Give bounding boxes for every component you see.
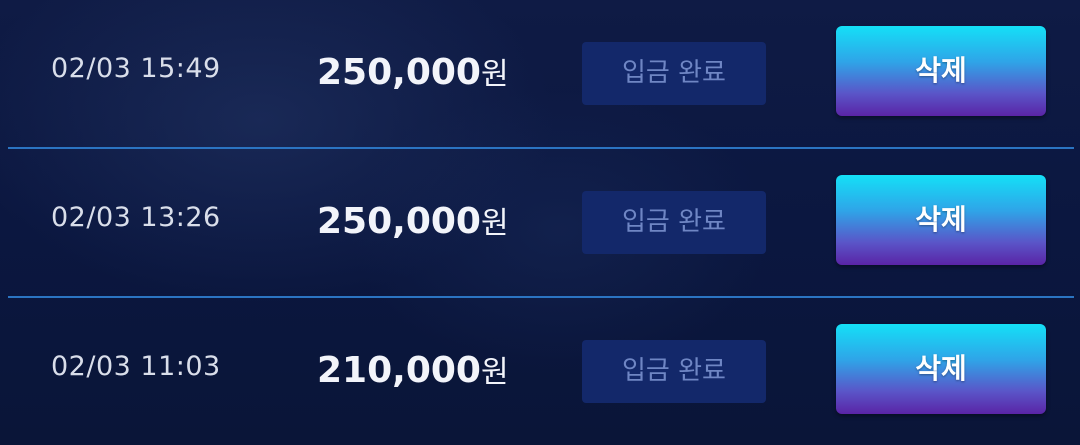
deposit-row: 02/03 11:03 210,000원 입금 완료 삭제 [0, 298, 1080, 445]
currency-unit: 원 [480, 355, 509, 390]
status-badge: 입금 완료 [582, 42, 766, 105]
delete-button[interactable]: 삭제 [836, 324, 1046, 414]
delete-button[interactable]: 삭제 [836, 26, 1046, 116]
deposit-row: 02/03 15:49 250,000원 입금 완료 삭제 [0, 0, 1080, 148]
amount-value: 250,000 [317, 52, 481, 93]
status-badge: 입금 완료 [582, 340, 766, 403]
currency-unit: 원 [480, 206, 509, 241]
delete-button[interactable]: 삭제 [836, 175, 1046, 265]
amount-value: 210,000 [317, 350, 481, 391]
deposit-time: 02/03 13:26 [51, 202, 221, 233]
deposit-row: 02/03 13:26 250,000원 입금 완료 삭제 [0, 149, 1080, 297]
deposit-amount: 250,000원 [317, 49, 509, 93]
deposit-history-list: 02/03 15:49 250,000원 입금 완료 삭제 02/03 13:2… [0, 0, 1080, 445]
deposit-amount: 210,000원 [317, 347, 509, 391]
deposit-time: 02/03 11:03 [51, 351, 221, 382]
status-badge: 입금 완료 [582, 191, 766, 254]
deposit-time: 02/03 15:49 [51, 53, 221, 84]
currency-unit: 원 [480, 57, 509, 92]
amount-value: 250,000 [317, 201, 481, 242]
deposit-amount: 250,000원 [317, 198, 509, 242]
